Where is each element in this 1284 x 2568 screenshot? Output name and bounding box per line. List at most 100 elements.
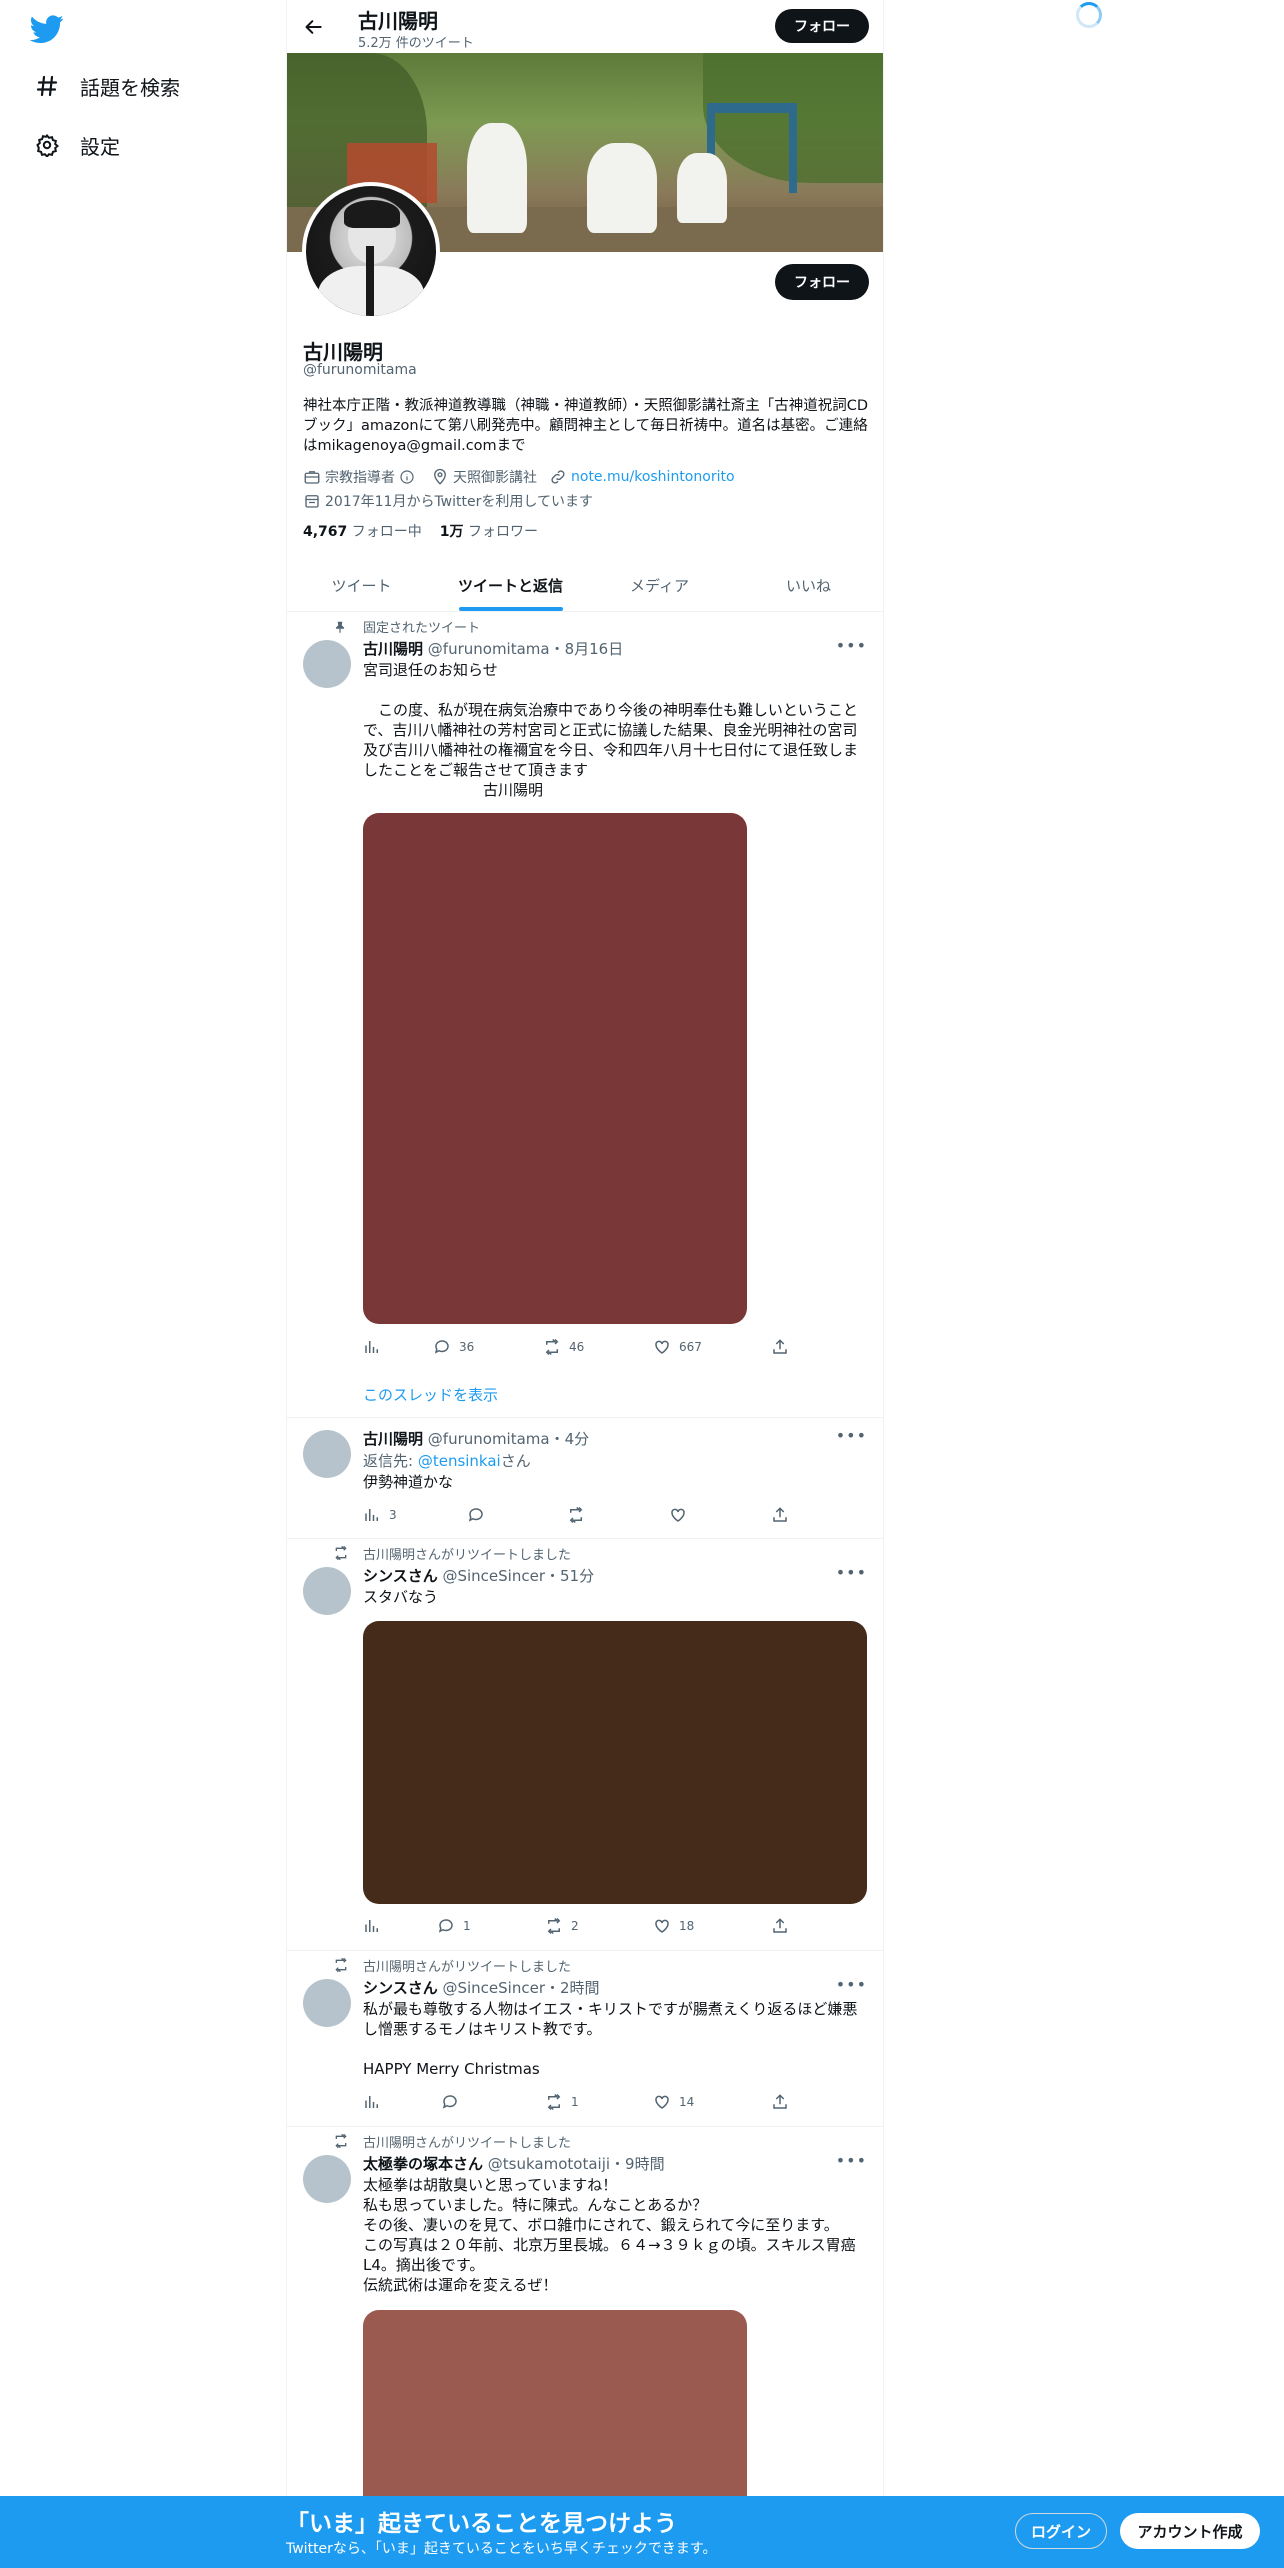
reply-to: 返信先: @tensinkaiさん — [363, 1452, 531, 1470]
more-icon[interactable]: ••• — [836, 1426, 867, 1445]
header-follow-button[interactable]: フォロー — [775, 9, 869, 43]
views-icon — [365, 1509, 378, 1521]
tweet-header: 太極拳の塚本さん @tsukamototaiji・9時間 — [363, 2155, 665, 2173]
tweet[interactable]: 古川陽明さんがリツイートしました シンスさん @SinceSincer・51分 … — [287, 1539, 883, 1951]
reply-icon — [434, 1340, 449, 1354]
more-icon[interactable]: ••• — [836, 1563, 867, 1582]
tweet-text: 宮司退任のお知らせ この度、私が現在病気治療中であり今後の神明奉仕も難しいという… — [363, 661, 859, 799]
retweet-button[interactable]: 46 — [543, 1338, 584, 1356]
like-icon — [655, 1919, 669, 1933]
views-button[interactable] — [363, 2093, 389, 2111]
retweet-icon — [333, 2133, 349, 2153]
retweet-button[interactable]: 1 — [545, 2093, 579, 2111]
share-icon — [773, 1507, 787, 1522]
profile-handle: @furunomitama — [303, 362, 417, 378]
tweet-header: 古川陽明 @furunomitama・4分 — [363, 1430, 590, 1448]
profile-bio: 神社本庁正階・教派神道教導職（神職・神道教師）・天照御影講社斎主「古神道祝詞CD… — [303, 398, 869, 454]
profile-stats: 4,767 フォロー中 1万 フォロワー — [303, 521, 556, 541]
like-icon — [671, 1508, 685, 1522]
tweet-context: 古川陽明さんがリツイートしました — [363, 2136, 572, 2151]
tweet-context: 古川陽明さんがリツイートしました — [363, 1960, 572, 1975]
retweet-icon — [569, 1506, 583, 1524]
profile-follow-button[interactable]: フォロー — [775, 264, 869, 300]
more-icon[interactable]: ••• — [836, 1975, 867, 1994]
retweet-button[interactable] — [567, 1506, 593, 1524]
reply-button[interactable] — [441, 2093, 467, 2111]
like-button[interactable]: 14 — [653, 2093, 694, 2111]
tweet-text: 太極拳は胡散臭いと思っていますね！ 私も思っていました。特に陳式。んなことあるか… — [363, 2176, 856, 2294]
like-button[interactable]: 667 — [653, 1338, 702, 1356]
more-icon[interactable]: ••• — [836, 2151, 867, 2170]
views-icon — [365, 1920, 378, 1932]
tweet-image[interactable] — [363, 813, 747, 1324]
header-name: 古川陽明 — [358, 9, 438, 33]
profile-name: 古川陽明 — [303, 340, 383, 364]
views-button[interactable]: 3 — [363, 1506, 397, 1524]
like-icon — [655, 1340, 669, 1354]
like-button[interactable]: 18 — [653, 1917, 694, 1935]
login-button[interactable]: ログイン — [1015, 2513, 1107, 2549]
views-icon — [365, 2096, 378, 2108]
avatar[interactable] — [303, 1979, 351, 2027]
info-icon — [400, 470, 414, 484]
profile-tabs: ツイート ツイートと返信 メディア いいね — [287, 559, 883, 612]
tweet-context: 固定されたツイート — [363, 621, 481, 636]
tweet[interactable]: 固定されたツイート 古川陽明 @furunomitama・8月16日 ••• 宮… — [287, 612, 883, 1418]
views-button[interactable] — [363, 1338, 389, 1356]
reply-button[interactable]: 36 — [433, 1338, 474, 1356]
share-button[interactable] — [771, 2093, 797, 2111]
like-icon — [655, 2095, 669, 2109]
tweet[interactable]: 古川陽明さんがリツイートしました シンスさん @SinceSincer・2時間 … — [287, 1951, 883, 2127]
avatar[interactable] — [303, 2155, 351, 2203]
show-thread-link[interactable]: このスレッドを表示 — [363, 1384, 498, 1405]
tab-media[interactable]: メディア — [585, 559, 734, 611]
back-arrow-icon[interactable] — [301, 14, 327, 40]
retweet-button[interactable]: 2 — [545, 1917, 579, 1935]
profile-category-text: 宗教指導者 — [325, 470, 395, 486]
avatar[interactable] — [303, 1430, 351, 1478]
share-button[interactable] — [771, 1338, 797, 1356]
tab-likes[interactable]: いいね — [734, 559, 883, 611]
profile-meta: 宗教指導者 天照御影講社 note.mu/koshintonorito 2017… — [303, 467, 869, 511]
profile-joined-text: 2017年11月からTwitterを利用しています — [325, 494, 593, 510]
profile-category: 宗教指導者 — [303, 467, 419, 487]
tweet-header: シンスさん @SinceSincer・2時間 — [363, 1979, 600, 1997]
avatar[interactable] — [303, 1567, 351, 1615]
twitter-bird-icon[interactable] — [29, 12, 64, 46]
nav-settings[interactable]: 設定 — [34, 125, 120, 165]
share-button[interactable] — [771, 1917, 797, 1935]
reply-button[interactable] — [467, 1506, 493, 1524]
tab-tweets[interactable]: ツイート — [287, 559, 436, 611]
tweet-image[interactable] — [363, 1621, 867, 1904]
briefcase-icon — [304, 471, 320, 484]
gear-icon — [34, 132, 60, 158]
views-button[interactable] — [363, 1917, 389, 1935]
pin-icon — [333, 619, 347, 638]
share-icon — [773, 1918, 787, 1933]
avatar[interactable] — [303, 640, 351, 688]
profile-avatar[interactable] — [302, 182, 440, 320]
loading-spinner-icon — [1076, 2, 1102, 28]
views-icon — [365, 1341, 378, 1353]
following-stat[interactable]: 4,767 フォロー中 — [303, 521, 422, 541]
reply-to-handle[interactable]: @tensinkai — [418, 1452, 501, 1470]
tweet-actions: 1 14 — [363, 2093, 803, 2113]
followers-stat[interactable]: 1万 フォロワー — [440, 521, 538, 541]
share-icon — [773, 2094, 787, 2109]
tweet[interactable]: 古川陽明 @furunomitama・4分 ••• 返信先: @tensinka… — [287, 1418, 883, 1539]
profile-url-link[interactable]: note.mu/koshintonorito — [571, 469, 735, 485]
like-button[interactable] — [669, 1506, 695, 1524]
signup-banner: 「いま」起きていることを見つけよう Twitterなら、「いま」起きていることを… — [0, 2496, 1284, 2568]
retweet-icon — [547, 1917, 561, 1935]
nav-explore[interactable]: 話題を検索 — [34, 66, 180, 106]
share-button[interactable] — [771, 1506, 797, 1524]
profile-url[interactable]: note.mu/koshintonorito — [549, 467, 735, 487]
reply-button[interactable]: 1 — [437, 1917, 471, 1935]
tweet-actions: 3 — [363, 1506, 803, 1526]
header-tweet-count: 5.2万 件のツイート — [358, 36, 474, 51]
tab-tweets-and-replies[interactable]: ツイートと返信 — [436, 559, 585, 611]
retweet-icon — [333, 1545, 349, 1565]
more-icon[interactable]: ••• — [836, 636, 867, 655]
signup-button[interactable]: アカウント作成 — [1120, 2513, 1260, 2549]
retweet-icon — [333, 1957, 349, 1977]
